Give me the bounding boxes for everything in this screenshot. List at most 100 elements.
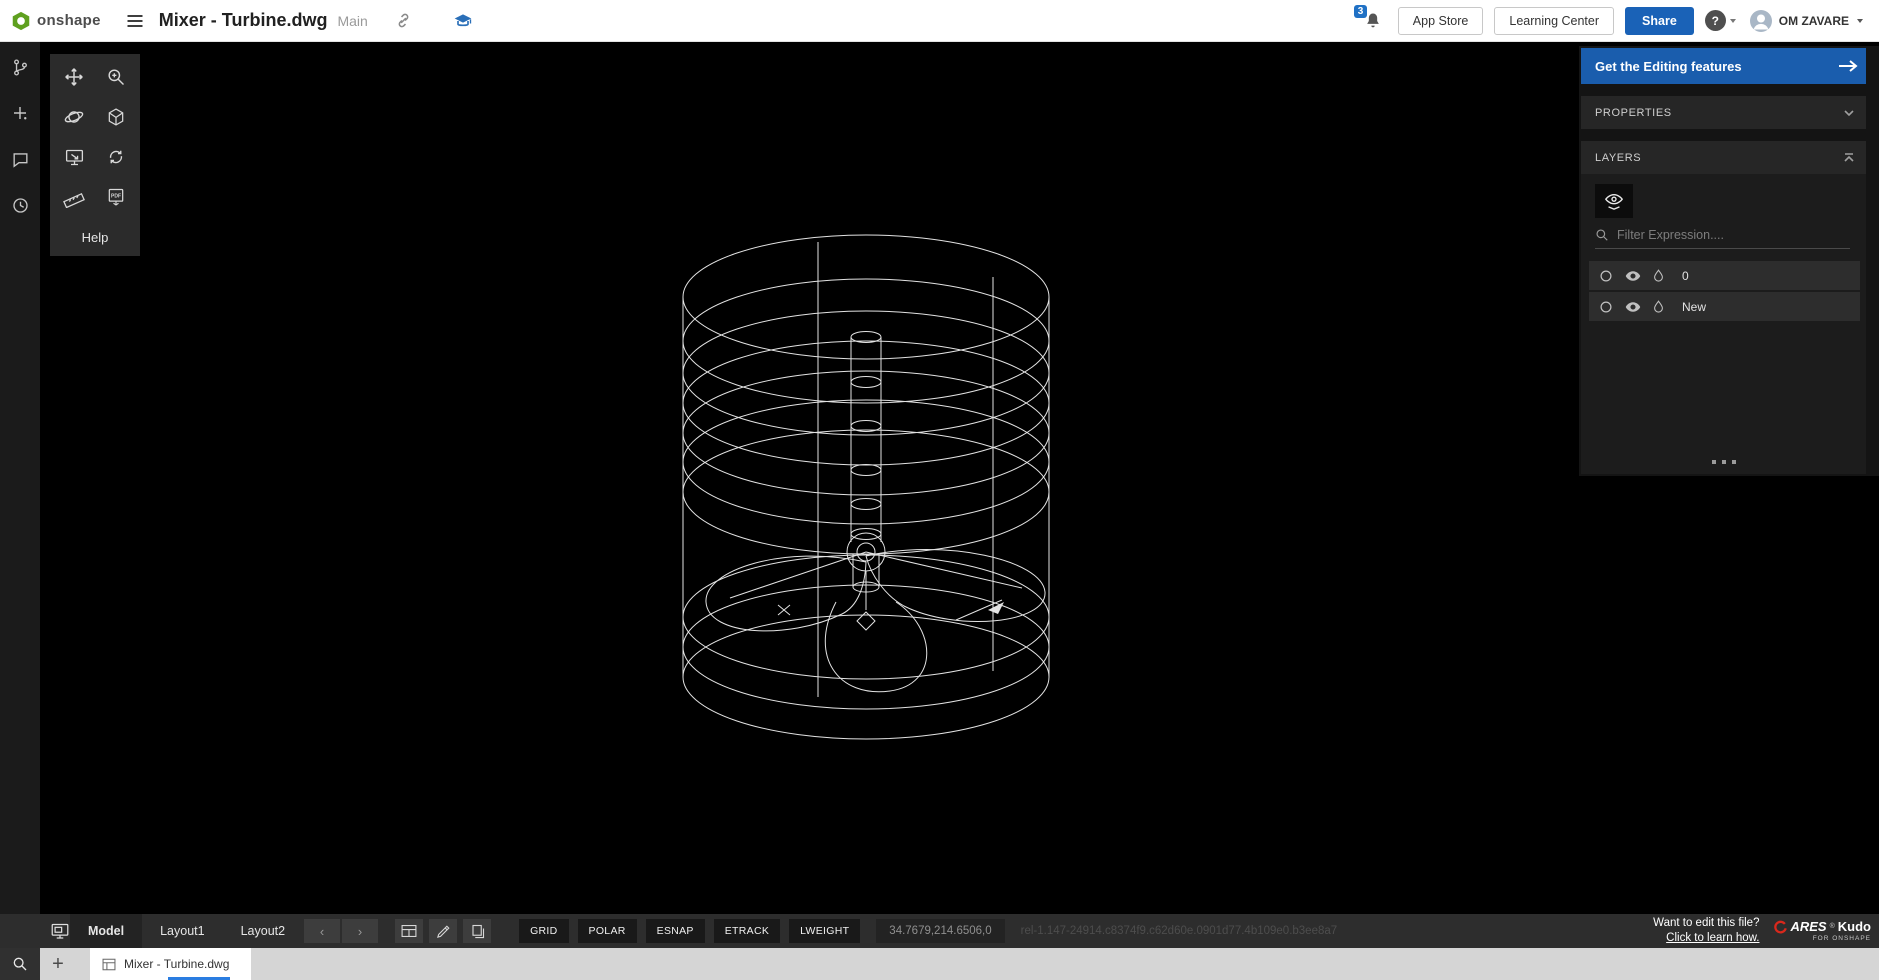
workspace-selector[interactable]: Main	[337, 13, 367, 29]
hamburger-menu-icon[interactable]	[125, 11, 145, 31]
search-icon	[1595, 228, 1609, 242]
pdf-export-icon[interactable]: PDF	[99, 182, 133, 212]
svg-text:PDF: PDF	[111, 193, 121, 199]
pan-icon[interactable]	[57, 62, 91, 92]
sheet-tab-layout2[interactable]: Layout2	[223, 914, 303, 948]
layer-states-button[interactable]	[1595, 184, 1633, 218]
learn-how-link[interactable]: Click to learn how.	[1666, 932, 1759, 944]
view-toolbar: PDF Help	[50, 54, 140, 256]
edit-prompt-text: Want to edit this file?	[1653, 917, 1760, 930]
toggle-etrack[interactable]: ETRACK	[713, 919, 781, 943]
learning-graduation-cap-icon[interactable]	[453, 11, 473, 31]
chevron-down-icon	[1729, 18, 1736, 23]
onshape-logo[interactable]: onshape	[10, 10, 101, 32]
left-sidebar	[0, 42, 40, 914]
eye-icon[interactable]	[1625, 301, 1641, 313]
drafting-toggles: GRID POLAR ESNAP ETRACK LWEIGHT	[519, 919, 861, 943]
next-sheet-button[interactable]: ›	[342, 919, 379, 943]
layer-name: New	[1682, 299, 1707, 314]
new-tab-button[interactable]: +	[40, 948, 76, 980]
right-panel: Get the Editing features PROPERTIES LAYE…	[1579, 46, 1879, 476]
user-name: OM ZAVARE	[1778, 13, 1849, 28]
cursor-coordinates: 34.7679,214.6506,0	[876, 919, 1005, 943]
ares-sub-text: FOR ONSHAPE	[1812, 934, 1871, 942]
toggle-polar[interactable]: POLAR	[577, 919, 637, 943]
ares-reg-mark: ®	[1829, 923, 1835, 931]
onshape-logo-text: onshape	[37, 12, 101, 29]
ares-logo-mark-icon	[1774, 920, 1788, 934]
get-editing-features-banner[interactable]: Get the Editing features	[1581, 48, 1866, 84]
measure-ruler-icon[interactable]	[57, 182, 91, 212]
ares-kudo-logo: ARES ® Kudo FOR ONSHAPE	[1773, 920, 1871, 943]
learning-center-button[interactable]: Learning Center	[1494, 6, 1615, 35]
toggle-grid[interactable]: GRID	[519, 919, 569, 943]
app-store-button[interactable]: App Store	[1397, 6, 1484, 35]
status-bar: Model Layout1 Layout2 ‹ › GRID POLAR ESN…	[0, 914, 1879, 948]
layer-filter-row	[1595, 228, 1850, 249]
view-cube-icon[interactable]	[99, 102, 133, 132]
circle-icon[interactable]	[1599, 300, 1613, 314]
droplet-icon[interactable]	[1653, 299, 1664, 314]
layers-label: LAYERS	[1595, 151, 1642, 164]
top-header: onshape Mixer - Turbine.dwg Main 3 App S…	[0, 0, 1879, 42]
layers-panel-body: 0 New	[1581, 174, 1866, 474]
file-tab-active[interactable]: Mixer - Turbine.dwg	[90, 948, 252, 980]
file-tab-label: Mixer - Turbine.dwg	[124, 957, 230, 971]
notifications-badge: 3	[1353, 4, 1368, 18]
share-button[interactable]: Share	[1625, 6, 1694, 35]
layer-row[interactable]: New	[1589, 292, 1860, 321]
editing-banner-label: Get the Editing features	[1595, 58, 1742, 74]
eye-icon[interactable]	[1625, 270, 1641, 282]
chevron-down-icon	[1857, 18, 1863, 23]
panels-icon[interactable]	[395, 919, 424, 943]
sheets-stack-icon[interactable]	[463, 919, 492, 943]
prev-sheet-button[interactable]: ‹	[304, 919, 341, 943]
file-tab-bar: + Mixer - Turbine.dwg	[0, 948, 1879, 980]
build-version-text: rel-1.147-24914.c8374f9.c62d60e.0901d77.…	[1020, 925, 1338, 937]
onshape-logo-icon	[10, 10, 32, 32]
file-tab-icon	[102, 958, 116, 971]
sheet-tab-model[interactable]: Model	[70, 914, 143, 948]
avatar-icon	[1749, 9, 1773, 33]
help-menu[interactable]: ?	[1704, 10, 1738, 31]
ares-product-name: Kudo	[1837, 919, 1871, 935]
ares-brand-name: ARES	[1790, 919, 1827, 935]
link-icon[interactable]	[394, 11, 413, 30]
ares-kudo-app: onshape Mixer - Turbine.dwg Main 3 App S…	[0, 0, 1879, 980]
orbit-icon[interactable]	[57, 102, 91, 132]
header-right: 3 App Store Learning Center Share ? OM Z…	[1353, 4, 1879, 35]
circle-icon[interactable]	[1599, 269, 1613, 283]
chevron-down-icon[interactable]	[1836, 100, 1862, 126]
comments-icon[interactable]	[9, 148, 31, 170]
arrow-right-icon	[1836, 58, 1860, 74]
version-graph-icon[interactable]	[9, 56, 31, 78]
layers-section-header[interactable]: LAYERS	[1581, 141, 1866, 174]
document-title: Mixer - Turbine.dwg	[158, 10, 328, 30]
edit-cta: Want to edit this file? Click to learn h…	[1653, 916, 1759, 946]
zoom-icon[interactable]	[99, 62, 133, 92]
history-clock-icon[interactable]	[9, 194, 31, 216]
toggle-esnap[interactable]: ESNAP	[645, 919, 705, 943]
fit-screen-icon[interactable]	[57, 142, 91, 172]
help-icon: ?	[1704, 10, 1726, 31]
layer-filter-input[interactable]	[1617, 228, 1850, 242]
layer-row[interactable]: 0	[1589, 261, 1860, 290]
header-left: onshape Mixer - Turbine.dwg Main	[0, 10, 473, 32]
sheet-tab-layout1[interactable]: Layout1	[142, 914, 222, 948]
toggle-lweight[interactable]: LWEIGHT	[789, 919, 861, 943]
search-icon[interactable]	[0, 948, 40, 980]
layer-name: 0	[1682, 268, 1689, 283]
droplet-icon[interactable]	[1653, 268, 1664, 283]
notifications-bell-icon[interactable]: 3	[1353, 4, 1383, 31]
refresh-view-icon[interactable]	[99, 142, 133, 172]
markup-pen-icon[interactable]	[429, 919, 458, 943]
collapse-up-icon[interactable]	[1836, 145, 1862, 171]
status-bar-right: Want to edit this file? Click to learn h…	[1653, 916, 1879, 946]
user-menu[interactable]: OM ZAVARE	[1749, 9, 1865, 33]
properties-label: PROPERTIES	[1595, 106, 1672, 119]
insert-plus-icon[interactable]	[9, 102, 31, 124]
viewport-icon[interactable]	[50, 922, 70, 940]
panel-resize-handle[interactable]	[1711, 460, 1736, 464]
help-button[interactable]: Help	[57, 222, 133, 252]
properties-section-header[interactable]: PROPERTIES	[1581, 96, 1866, 129]
